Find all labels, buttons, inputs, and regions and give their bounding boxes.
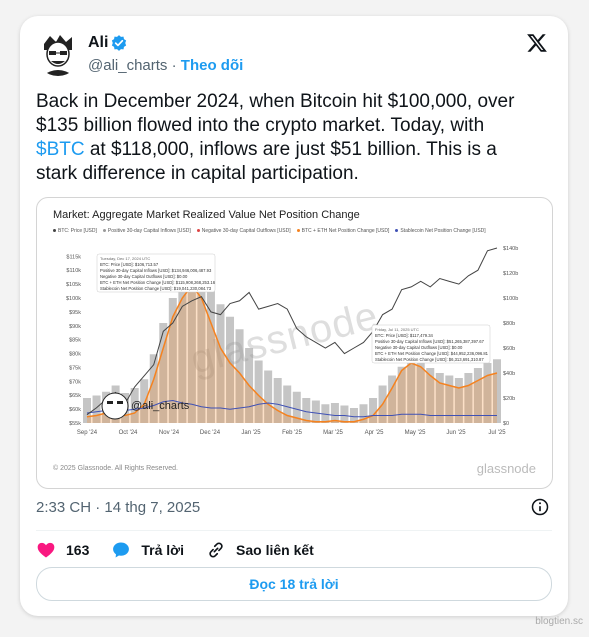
- x-tick-label: Jul '25: [488, 430, 506, 436]
- overlay-avatar-glasses: [117, 401, 123, 404]
- reply-label: Trả lời: [141, 542, 184, 558]
- action-bar: 163 Trả lời Sao liên kết: [36, 538, 336, 562]
- y-right-tick-label: $60b: [503, 346, 515, 352]
- x-tick-label: Jan '25: [241, 430, 261, 436]
- tooltip-line: BTC: Price [USD]: $106,713.57: [100, 262, 159, 267]
- copy-link-label: Sao liên kết: [236, 542, 314, 558]
- y-left-tick-label: $90k: [69, 324, 81, 330]
- tooltip-line: Negative 30-day Capital Outflows [USD]: …: [100, 274, 188, 279]
- like-count: 163: [66, 542, 90, 558]
- overlay-avatar-glasses: [107, 401, 113, 404]
- x-tick-label: Sep '24: [77, 430, 98, 436]
- x-tick-label: Dec '24: [200, 430, 221, 436]
- tweet-text-start: Back in December 2024, when Bitcoin hit …: [36, 91, 515, 136]
- y-right-tick-label: $0: [503, 421, 509, 427]
- heart-icon: [37, 542, 55, 558]
- chart-footer: © 2025 Glassnode. All Rights Reserved.: [53, 465, 179, 472]
- copy-link-button[interactable]: Sao liên kết: [206, 540, 314, 560]
- inflow-bar: [340, 405, 349, 423]
- x-tick-label: Oct '24: [119, 430, 138, 436]
- reply-button[interactable]: Trả lời: [111, 540, 184, 560]
- y-right-tick-label: $100b: [503, 296, 518, 302]
- x-tick-label: Jun '25: [446, 430, 466, 436]
- like-button[interactable]: 163: [36, 540, 89, 560]
- x-tick-label: May '25: [405, 430, 426, 436]
- reply-icon: [113, 542, 130, 558]
- site-watermark: blogtien.sc: [535, 616, 583, 627]
- y-left-tick-label: $65k: [69, 393, 81, 399]
- divider: [36, 530, 552, 531]
- inflow-bar: [311, 400, 320, 423]
- y-left-tick-label: $75k: [69, 365, 81, 371]
- y-right-tick-label: $140b: [503, 246, 518, 252]
- tooltip-date: Friday, Jul 11, 2025 UTC: [375, 327, 419, 332]
- y-left-tick-label: $85k: [69, 338, 81, 344]
- author-name[interactable]: Ali: [88, 34, 108, 52]
- y-right-tick-label: $20b: [503, 396, 515, 402]
- x-tick-label: Feb '25: [282, 430, 302, 436]
- tweet-card: Ali @ali_charts · Theo dõi Back in Decem…: [20, 16, 568, 616]
- cashtag-link[interactable]: $BTC: [36, 139, 85, 160]
- tooltip-line: Negative 30-day Capital Outflows [USD]: …: [375, 345, 463, 350]
- tooltip-date: Tuesday, Dec 17, 2024 UTC: [100, 256, 150, 261]
- chart-image[interactable]: Market: Aggregate Market Realized Value …: [36, 197, 553, 489]
- tooltip-line: BTC: Price [USD]: $117,479.34: [375, 333, 434, 338]
- x-tick-label: Mar '25: [323, 430, 343, 436]
- verified-badge-icon: [111, 35, 127, 51]
- y-left-tick-label: $60k: [69, 407, 81, 413]
- tooltip-line: BTC + ETH Net Position Change [USD]: $11…: [100, 280, 216, 285]
- x-logo-icon[interactable]: [526, 32, 548, 54]
- tweet-text: Back in December 2024, when Bitcoin hit …: [36, 90, 536, 186]
- tooltip-line: Stablecoin Net Position Change [USD]: $6…: [375, 357, 484, 362]
- y-right-tick-label: $40b: [503, 371, 515, 377]
- info-icon[interactable]: [530, 497, 550, 517]
- tooltip-line: Positive 30-day Capital Inflows [USD]: $…: [375, 339, 485, 344]
- x-tick-label: Apr '25: [365, 430, 384, 436]
- tweet-text-end: at $118,000, inflows are just $51 billio…: [36, 139, 497, 184]
- tooltip-line: BTC + ETH Net Position Change [USD]: $44…: [375, 351, 489, 356]
- y-left-tick-label: $95k: [69, 310, 81, 316]
- tooltip-line: Positive 30-day Capital Inflows [USD]: $…: [100, 268, 212, 273]
- y-right-tick-label: $80b: [503, 321, 515, 327]
- y-left-tick-label: $115k: [66, 254, 81, 260]
- y-left-tick-label: $105k: [66, 282, 81, 288]
- author-handle[interactable]: @ali_charts: [88, 57, 167, 74]
- tooltip-line: Stablecoin Net Position Change [USD]: $1…: [100, 286, 212, 291]
- chart-brand: glassnode: [476, 461, 536, 476]
- y-left-tick-label: $55k: [69, 421, 81, 427]
- link-icon: [209, 542, 223, 558]
- y-right-tick-label: $120b: [503, 271, 518, 277]
- y-left-tick-label: $100k: [66, 296, 81, 302]
- chart-plot: Sep '24 Oct '24 Nov '24 Dec '24 Jan '25 Feb '…: [66, 246, 518, 436]
- overlay-avatar: [101, 392, 129, 420]
- author-handle-row: @ali_charts · Theo dõi: [88, 57, 244, 74]
- follow-button[interactable]: Theo dõi: [181, 57, 244, 74]
- read-replies-button[interactable]: Đọc 18 trả lời: [36, 567, 552, 601]
- y-left-tick-label: $70k: [69, 379, 81, 385]
- x-tick-label: Nov '24: [159, 430, 180, 436]
- y-left-tick-label: $80k: [69, 352, 81, 358]
- y-left-tick-label: $110k: [66, 268, 81, 274]
- avatar[interactable]: [36, 32, 80, 76]
- overlay-handle: @ali_charts: [131, 400, 190, 412]
- tweet-timestamp[interactable]: 2:33 CH · 14 thg 7, 2025: [36, 499, 200, 516]
